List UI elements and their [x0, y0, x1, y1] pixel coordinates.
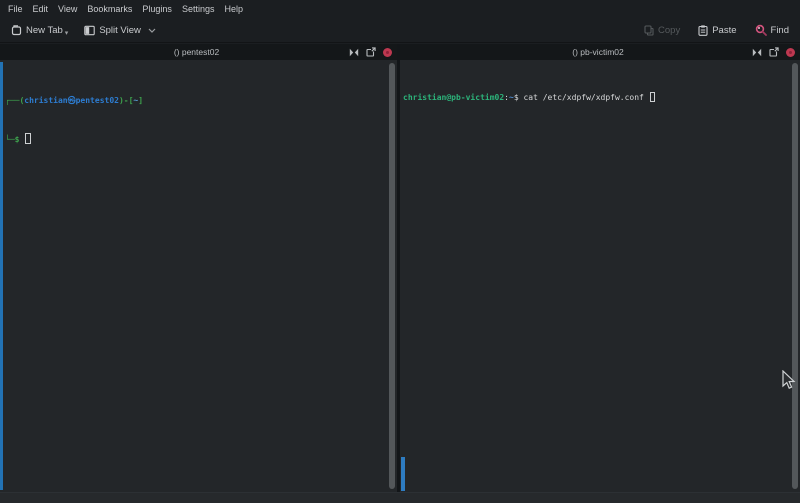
menu-settings[interactable]: Settings [177, 0, 220, 18]
window-bottom-edge [0, 492, 800, 503]
new-tab-dropdown-caret-icon[interactable]: ▾ [65, 29, 69, 37]
new-tab-button[interactable]: New Tab ▾ [6, 20, 73, 40]
menu-view[interactable]: View [53, 0, 82, 18]
mouse-pointer-icon [782, 370, 796, 390]
prompt-line-2: └─$ [5, 133, 143, 146]
scrollbar-left-pane[interactable] [389, 63, 395, 489]
toolbar: New Tab ▾ Split View [0, 18, 800, 43]
split-view-icon [84, 25, 95, 36]
copy-button: Copy [639, 22, 685, 39]
new-tab-label: New Tab [26, 25, 63, 36]
prompt-line-1: ┌──(christian㉿pentest02)-[~] [5, 94, 143, 107]
paste-icon [698, 25, 708, 36]
terminal-output-pb-victim02: christian@pb-victim02:~$ cat /etc/xdpfw/… [403, 65, 655, 130]
terminal-pane-pentest02: () pentest02 [0, 44, 397, 492]
scroll-position-indicator [0, 62, 3, 490]
menu-edit[interactable]: Edit [28, 0, 54, 18]
new-tab-icon [11, 25, 22, 36]
terminal-screen-pb-victim02[interactable]: christian@pb-victim02:~$ cat /etc/xdpfw/… [400, 60, 800, 492]
detach-view-icon[interactable] [769, 47, 779, 57]
find-button[interactable]: Find [750, 21, 794, 39]
find-label: Find [771, 25, 789, 36]
terminal-cursor [650, 92, 655, 102]
pane-header-pentest02[interactable]: () pentest02 [0, 44, 397, 60]
menu-help[interactable]: Help [219, 0, 248, 18]
terminal-cursor [25, 133, 31, 144]
menu-bar: File Edit View Bookmarks Plugins Setting… [0, 0, 800, 18]
menu-file[interactable]: File [3, 0, 28, 18]
split-view-label: Split View [99, 25, 141, 36]
maximize-view-icon[interactable] [349, 48, 359, 57]
terminal-pane-pb-victim02: () pb-victim02 [400, 44, 800, 492]
paste-label: Paste [712, 25, 736, 36]
menu-plugins[interactable]: Plugins [137, 0, 177, 18]
scrollbar-right-pane[interactable] [792, 63, 798, 489]
maximize-view-icon[interactable] [752, 48, 762, 57]
close-pane-button[interactable] [786, 48, 795, 57]
copy-label: Copy [658, 25, 680, 36]
find-magnifier-icon [755, 24, 767, 36]
konsole-window: File Edit View Bookmarks Plugins Setting… [0, 0, 800, 503]
scroll-position-indicator [401, 457, 405, 491]
split-view-container: () pentest02 [0, 44, 800, 492]
pane-header-pb-victim02[interactable]: () pb-victim02 [400, 44, 800, 60]
copy-icon [644, 25, 654, 36]
menu-bookmarks[interactable]: Bookmarks [82, 0, 137, 18]
detach-view-icon[interactable] [366, 47, 376, 57]
terminal-output-pentest02: ┌──(christian㉿pentest02)-[~] └─$ [5, 68, 143, 172]
terminal-screen-pentest02[interactable]: ┌──(christian㉿pentest02)-[~] └─$ [0, 60, 397, 492]
pane-title-pentest02: () pentest02 [0, 47, 349, 57]
prompt-line: christian@pb-victim02:~$ cat /etc/xdpfw/… [403, 91, 655, 104]
paste-button[interactable]: Paste [693, 22, 741, 39]
close-pane-button[interactable] [383, 48, 392, 57]
pane-title-pb-victim02: () pb-victim02 [400, 47, 752, 57]
split-view-chevron-down-icon[interactable] [148, 28, 156, 33]
split-view-button[interactable]: Split View [79, 22, 161, 39]
